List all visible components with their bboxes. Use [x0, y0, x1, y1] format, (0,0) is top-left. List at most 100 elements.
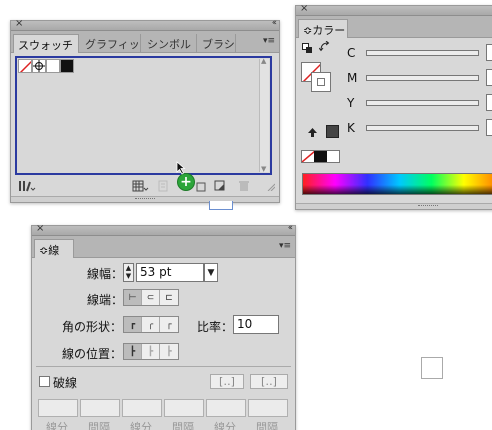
miter-input[interactable]: 10 [233, 315, 279, 334]
dash-1-label: 線分 [46, 421, 68, 430]
color-group-icon[interactable] [195, 179, 209, 193]
dash-2-field[interactable] [122, 399, 162, 417]
channel-k-label: K [347, 121, 355, 135]
mouse-pointer-icon [176, 161, 186, 178]
library-menu-icon[interactable] [17, 179, 37, 193]
butt-cap-button[interactable]: ⊢ [124, 290, 142, 305]
swatch-registration[interactable] [32, 59, 46, 73]
bevel-join-button[interactable]: ┌ [160, 317, 178, 332]
gap-3-field[interactable] [248, 399, 288, 417]
swatch-scrollbar[interactable]: ▲ ▼ [259, 57, 269, 173]
quick-white[interactable] [326, 151, 339, 162]
gap-2-label: 間隔 [172, 421, 194, 430]
channel-m-slider[interactable] [366, 75, 479, 81]
round-cap-button[interactable]: ⊂ [142, 290, 160, 305]
corner-label: 角の形状： [62, 320, 123, 334]
delete-swatch-icon[interactable] [237, 179, 251, 193]
channel-c-value[interactable] [486, 44, 492, 61]
gap-2-field[interactable] [164, 399, 204, 417]
swatches-toolbar [11, 178, 279, 196]
quick-none[interactable] [302, 151, 315, 162]
channel-c-slider[interactable] [366, 50, 479, 56]
align-center-button[interactable]: ┣ [124, 344, 142, 359]
collapse-icon[interactable]: ‹‹ [288, 223, 293, 233]
swatch-white[interactable] [46, 59, 60, 73]
weight-label: 線幅： [87, 267, 124, 281]
tab-stroke[interactable]: ≎線 [34, 239, 74, 258]
scroll-up-icon[interactable]: ▲ [261, 57, 266, 65]
new-swatch-icon[interactable] [213, 179, 227, 193]
corner-buttons: ┏ ╭ ┌ [123, 316, 179, 333]
panel-menu-icon[interactable]: ▾≡ [279, 241, 291, 251]
dash-3-label: 線分 [214, 421, 236, 430]
close-icon[interactable]: × [300, 3, 308, 14]
cap-label: 線端： [87, 293, 124, 307]
chevron-down-icon: ▼ [207, 267, 215, 278]
tab-color[interactable]: ≎カラー [298, 19, 348, 38]
drag-outline [209, 201, 233, 210]
swap-colors-icon[interactable] [318, 40, 330, 52]
stroke-swatch[interactable] [311, 72, 331, 92]
dash-adjust-button[interactable]: [‥] [250, 374, 288, 389]
miter-join-button[interactable]: ┏ [124, 317, 142, 332]
swatch-options-icon[interactable] [156, 179, 170, 193]
none-slash-icon [19, 60, 31, 72]
default-colors-icon[interactable] [301, 42, 313, 54]
channel-y-slider[interactable] [366, 100, 479, 106]
weight-stepper[interactable]: ▲ ▼ [123, 263, 134, 282]
channel-y-label: Y [347, 96, 355, 110]
swatch-black[interactable] [60, 59, 74, 73]
scroll-down-icon[interactable]: ▼ [261, 165, 266, 173]
tab-graphic-styles[interactable]: グラフィッ [81, 34, 141, 53]
swatches-panel: × ‹‹ スウォッチ グラフィッ シンボル ブラシ ▾≡ ▲ ▼ + [10, 18, 280, 203]
dash-3-field[interactable] [206, 399, 246, 417]
stroke-titlebar[interactable]: × ‹‹ [32, 223, 295, 236]
gamut-warning-icon[interactable] [306, 126, 318, 138]
tab-swatches[interactable]: スウォッチ [13, 34, 79, 53]
dashed-label: 破線 [53, 376, 78, 390]
color-titlebar[interactable]: × [296, 3, 492, 16]
close-icon[interactable]: × [36, 223, 44, 234]
weight-dropdown[interactable]: ▼ [204, 263, 218, 282]
resize-grip-icon[interactable] [266, 182, 276, 192]
channel-k-value[interactable] [486, 119, 492, 136]
miter-label: 比率： [197, 320, 234, 334]
close-icon[interactable]: × [15, 18, 23, 29]
dash-exact-button[interactable]: [‥] [210, 374, 244, 389]
channel-y-value[interactable] [486, 94, 492, 111]
dashed-checkbox[interactable] [39, 376, 50, 387]
swatch-none[interactable] [18, 59, 32, 73]
swatches-tabbar: スウォッチ グラフィッ シンボル ブラシ ▾≡ [11, 31, 279, 53]
panel-bottom-grip[interactable] [296, 203, 492, 209]
divider [36, 366, 291, 367]
color-tabbar: ≎カラー [296, 16, 492, 38]
collapse-icon[interactable]: ‹‹ [272, 18, 277, 28]
align-inside-button[interactable]: ┣ [142, 344, 160, 359]
show-kinds-icon[interactable] [131, 179, 151, 193]
panel-bottom-grip[interactable] [11, 196, 279, 202]
weight-down-icon[interactable]: ▼ [124, 272, 133, 280]
dash-1-field[interactable] [38, 399, 78, 417]
weight-input[interactable]: 53 pt [136, 263, 204, 282]
color-panel: × ≎カラー C M Y K [295, 3, 492, 210]
closest-color-swatch[interactable] [326, 125, 339, 138]
quick-black[interactable] [314, 151, 327, 162]
weight-up-icon[interactable]: ▲ [124, 264, 133, 272]
swatch-list: ▲ ▼ [15, 56, 272, 175]
fill-stroke-proxy[interactable] [301, 62, 333, 94]
channel-c-label: C [347, 46, 356, 60]
swatches-titlebar[interactable]: × ‹‹ [11, 18, 279, 31]
channel-m-value[interactable] [486, 69, 492, 86]
panel-menu-icon[interactable]: ▾≡ [263, 36, 275, 46]
color-spectrum[interactable] [302, 173, 492, 195]
gap-1-field[interactable] [80, 399, 120, 417]
gap-3-label: 間隔 [256, 421, 278, 430]
tab-symbols[interactable]: シンボル [143, 34, 197, 53]
channel-k-slider[interactable] [366, 125, 479, 131]
align-label: 線の位置： [62, 347, 123, 361]
round-join-button[interactable]: ╭ [142, 317, 160, 332]
gap-1-label: 間隔 [88, 421, 110, 430]
align-outside-button[interactable]: ┣ [160, 344, 178, 359]
projecting-cap-button[interactable]: ⊏ [160, 290, 178, 305]
tab-brushes[interactable]: ブラシ [198, 34, 236, 53]
